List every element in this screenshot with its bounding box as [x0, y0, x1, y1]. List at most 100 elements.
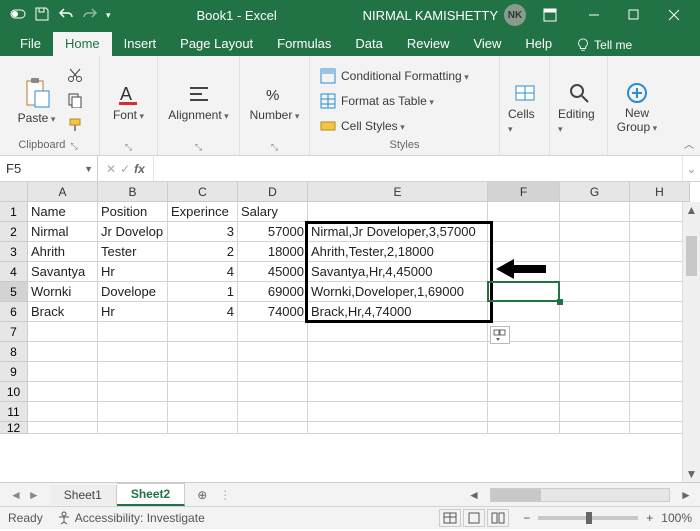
col-header-H[interactable]: H — [630, 182, 690, 202]
accessibility-status[interactable]: Accessibility: Investigate — [57, 511, 205, 525]
page-break-view-button[interactable] — [487, 509, 509, 527]
insert-function-icon[interactable]: fx — [134, 162, 145, 176]
cell-B3[interactable]: Tester — [98, 242, 168, 262]
row-header-5[interactable]: 5 — [0, 282, 28, 302]
cell-F2[interactable] — [488, 222, 560, 242]
col-header-B[interactable]: B — [98, 182, 168, 202]
cell-H2[interactable] — [630, 222, 690, 242]
row-header-3[interactable]: 3 — [0, 242, 28, 262]
user-avatar[interactable]: NK — [504, 4, 526, 26]
scroll-up-icon[interactable]: ▲ — [683, 202, 700, 218]
col-header-G[interactable]: G — [560, 182, 630, 202]
cell-grid[interactable]: Name Position Experince Salary NirmalJr … — [28, 202, 700, 482]
tab-formulas[interactable]: Formulas — [265, 32, 343, 56]
cell-B6[interactable]: Hr — [98, 302, 168, 322]
cell-A7[interactable] — [28, 322, 98, 342]
row-header-6[interactable]: 6 — [0, 302, 28, 322]
sheet-tab-sheet2[interactable]: Sheet2 — [117, 483, 185, 506]
scroll-left-icon[interactable]: ◄ — [466, 488, 482, 502]
autosave-toggle-icon[interactable] — [10, 6, 26, 25]
tab-split-grip[interactable]: ⋮ — [219, 488, 227, 502]
cell-A6[interactable]: Brack — [28, 302, 98, 322]
cell-E5[interactable]: Wornki,Doveloper,1,69000 — [308, 282, 488, 302]
cell-C1[interactable]: Experince — [168, 202, 238, 222]
cell-E3[interactable]: Ahrith,Tester,2,18000 — [308, 242, 488, 262]
cell-A3[interactable]: Ahrith — [28, 242, 98, 262]
tab-home[interactable]: Home — [53, 32, 112, 56]
tab-view[interactable]: View — [461, 32, 513, 56]
vertical-scrollbar[interactable]: ▲ ▼ — [682, 202, 700, 482]
hscroll-thumb[interactable] — [491, 489, 541, 501]
ribbon-display-options-icon[interactable] — [530, 0, 570, 30]
cell-F1[interactable] — [488, 202, 560, 222]
cell-H4[interactable] — [630, 262, 690, 282]
cell-styles-button[interactable]: Cell Styles — [320, 115, 405, 137]
undo-icon[interactable] — [58, 6, 74, 25]
select-all-corner[interactable] — [0, 182, 28, 202]
cell-H5[interactable] — [630, 282, 690, 302]
cell-C2[interactable]: 3 — [168, 222, 238, 242]
tell-me[interactable]: Tell me — [568, 34, 640, 56]
name-box-dropdown-icon[interactable]: ▼ — [84, 164, 93, 174]
cell-B2[interactable]: Jr Dovelop — [98, 222, 168, 242]
tab-review[interactable]: Review — [395, 32, 462, 56]
cell-D4[interactable]: 45000 — [238, 262, 308, 282]
new-sheet-button[interactable]: ⊕ — [185, 488, 219, 502]
tab-file[interactable]: File — [8, 32, 53, 56]
cell-C5[interactable]: 1 — [168, 282, 238, 302]
name-box[interactable]: F5 ▼ — [0, 156, 98, 181]
row-header-7[interactable]: 7 — [0, 322, 28, 342]
cell-H3[interactable] — [630, 242, 690, 262]
cell-E6[interactable]: Brack,Hr,4,74000 — [308, 302, 488, 322]
cell-B1[interactable]: Position — [98, 202, 168, 222]
cell-A4[interactable]: Savantya — [28, 262, 98, 282]
cell-A1[interactable]: Name — [28, 202, 98, 222]
sheet-tab-sheet1[interactable]: Sheet1 — [50, 485, 117, 505]
zoom-out-button[interactable]: − — [523, 511, 530, 525]
cell-G2[interactable] — [560, 222, 630, 242]
autofill-options-button[interactable] — [490, 326, 510, 344]
redo-icon[interactable] — [82, 6, 98, 25]
cell-C6[interactable]: 4 — [168, 302, 238, 322]
cell-D3[interactable]: 18000 — [238, 242, 308, 262]
alignment-group-button[interactable]: Alignment — [164, 62, 232, 142]
cell-G6[interactable] — [560, 302, 630, 322]
copy-icon[interactable] — [67, 92, 83, 111]
row-header-12[interactable]: 12 — [0, 422, 28, 434]
cell-D2[interactable]: 57000 — [238, 222, 308, 242]
cut-icon[interactable] — [67, 67, 83, 86]
save-icon[interactable] — [34, 6, 50, 25]
format-painter-icon[interactable] — [67, 117, 83, 136]
sheet-nav-next-icon[interactable]: ► — [28, 488, 40, 502]
conditional-formatting-button[interactable]: Conditional Formatting — [320, 65, 469, 87]
scroll-right-icon[interactable]: ► — [678, 488, 694, 502]
cell-G1[interactable] — [560, 202, 630, 222]
col-header-D[interactable]: D — [238, 182, 308, 202]
collapse-ribbon-icon[interactable]: ︿ — [684, 136, 694, 151]
col-header-C[interactable]: C — [168, 182, 238, 202]
tab-insert[interactable]: Insert — [112, 32, 169, 56]
cell-D1[interactable]: Salary — [238, 202, 308, 222]
format-as-table-button[interactable]: Format as Table — [320, 90, 434, 112]
tab-help[interactable]: Help — [513, 32, 564, 56]
row-header-1[interactable]: 1 — [0, 202, 28, 222]
cell-D6[interactable]: 74000 — [238, 302, 308, 322]
cell-E2[interactable]: Nirmal,Jr Doveloper,3,57000 — [308, 222, 488, 242]
expand-formula-bar-icon[interactable]: ⌄ — [682, 156, 700, 181]
cell-H6[interactable] — [630, 302, 690, 322]
cell-B5[interactable]: Dovelope — [98, 282, 168, 302]
col-header-E[interactable]: E — [308, 182, 488, 202]
cell-D5[interactable]: 69000 — [238, 282, 308, 302]
maximize-button[interactable] — [614, 0, 654, 30]
cancel-formula-icon[interactable]: ✕ — [106, 162, 116, 176]
cell-A5[interactable]: Wornki — [28, 282, 98, 302]
zoom-level[interactable]: 100% — [661, 511, 692, 525]
cell-H1[interactable] — [630, 202, 690, 222]
page-layout-view-button[interactable] — [463, 509, 485, 527]
tab-page-layout[interactable]: Page Layout — [168, 32, 265, 56]
formula-input[interactable] — [154, 156, 682, 181]
cell-E4[interactable]: Savantya,Hr,4,45000 — [308, 262, 488, 282]
row-header-10[interactable]: 10 — [0, 382, 28, 402]
alignment-dialog-launcher[interactable]: ⤡ — [192, 142, 205, 153]
sheet-nav-prev-icon[interactable]: ◄ — [10, 488, 22, 502]
